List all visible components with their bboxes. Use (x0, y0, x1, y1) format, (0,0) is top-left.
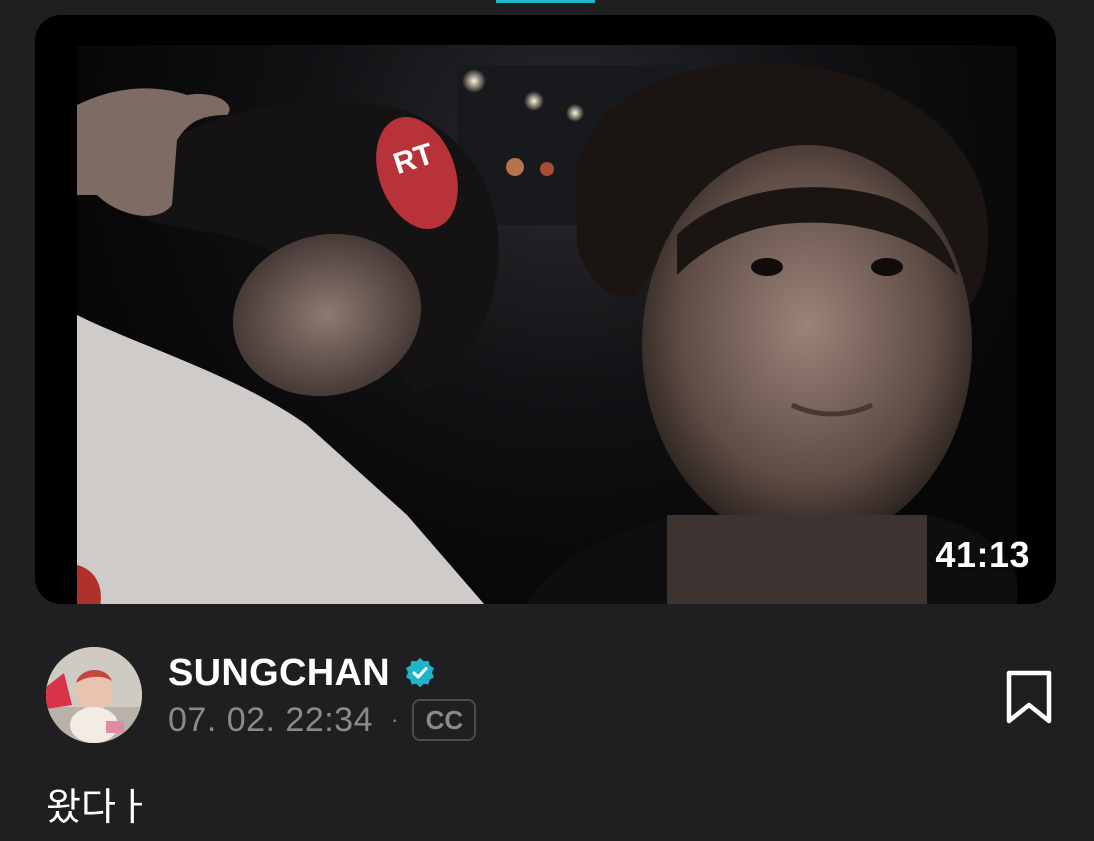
verified-badge-icon (404, 657, 436, 689)
post-date: 07. 02. 22:34 (168, 700, 374, 739)
author-row: SUNGCHAN 07. 02. 22:34 · CC (46, 647, 1056, 743)
bookmark-icon[interactable] (1004, 669, 1054, 725)
post-page: RT 41:13 SUNGCHAN 07. 02. 22:34 · CC 왔다ㅏ (0, 0, 1094, 841)
video-thumbnail: RT (77, 45, 1017, 604)
author-name: SUNGCHAN (168, 651, 390, 694)
post-caption: 왔다ㅏ (46, 785, 151, 829)
closed-captions-badge: CC (412, 699, 477, 741)
author-avatar[interactable] (46, 647, 142, 743)
thumbnail-photo: RT (77, 63, 1017, 604)
author-name-line[interactable]: SUNGCHAN (168, 649, 436, 697)
post-meta: 07. 02. 22:34 · CC (168, 697, 477, 743)
video-duration: 41:13 (935, 534, 1030, 575)
video-player[interactable]: RT 41:13 (35, 15, 1056, 604)
meta-separator: · (391, 707, 399, 732)
avatar-image (46, 647, 142, 743)
active-tab-indicator (496, 0, 595, 3)
